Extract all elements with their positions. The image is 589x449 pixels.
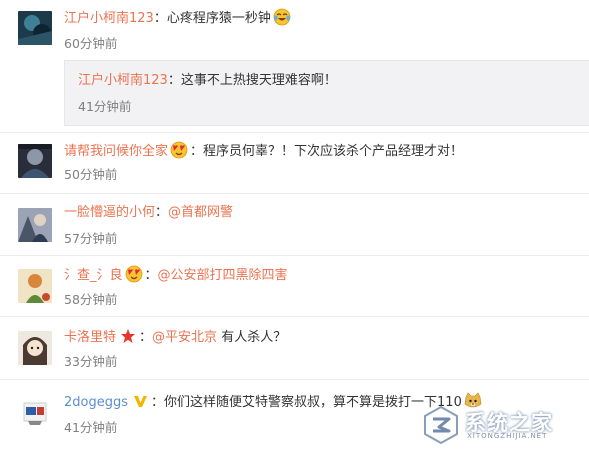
divider — [0, 132, 589, 133]
comment-text: 心疼程序猿一秒钟 — [166, 11, 271, 26]
comment-time: 58分钟前 — [64, 292, 118, 307]
comment-time: 41分钟前 — [64, 420, 118, 435]
username-link[interactable]: 氵查_氵良 — [64, 268, 123, 283]
comment-text: 你们这样随便艾特警察叔叔，算不算是拨打一下110 — [164, 395, 462, 410]
reply-text: 这事不上热搜天理难容啊！ — [180, 73, 337, 88]
comment-text: 程序员何辜？！下次应该杀个产品经理才对！ — [203, 144, 464, 159]
reply-time: 41分钟前 — [78, 99, 132, 114]
avatar[interactable] — [18, 395, 52, 429]
watermark-logo-icon — [424, 405, 458, 445]
comment-time: 60分钟前 — [64, 36, 118, 51]
username-link[interactable]: 请帮我问候你全家 — [64, 144, 168, 159]
avatar[interactable] — [18, 269, 52, 303]
comment-text: 有人杀人？ — [221, 330, 287, 345]
username-link[interactable]: 卡洛里特 — [64, 330, 116, 345]
mention-link[interactable]: @公安部打四黑除四害 — [158, 268, 288, 283]
username-link[interactable]: 一脸懵逼的小何 — [64, 205, 155, 220]
watermark-subtext: XITONGZHIJIA.NET — [467, 432, 548, 440]
username-link[interactable]: 2dogeggs — [64, 395, 128, 410]
comment-time: 33分钟前 — [64, 354, 118, 369]
divider — [0, 193, 589, 194]
comment-line: 氵查_氵良 ：@公安部打四黑除四害 — [64, 265, 288, 283]
verified-v-icon — [132, 393, 148, 409]
comment-line: 江户小柯南123：心疼程序猿一秒钟 — [64, 8, 293, 26]
comment-line: 一脸懵逼的小何：@首都网警 — [64, 205, 234, 220]
mention-link[interactable]: @平安北京 — [152, 330, 217, 345]
heart-eyes-emoji-icon — [170, 141, 188, 159]
comment-time: 50分钟前 — [64, 167, 118, 182]
reply-box: 江户小柯南123：这事不上热搜天理难容啊！ 41分钟前 — [64, 60, 589, 126]
username-link[interactable]: 江户小柯南123 — [64, 11, 154, 26]
crying-laugh-emoji-icon — [273, 8, 291, 26]
avatar[interactable] — [18, 11, 52, 45]
mention-link[interactable]: @首都网警 — [168, 205, 233, 220]
comment-line: 卡洛里特 ：@平安北京 有人杀人？ — [64, 328, 287, 345]
heart-eyes-emoji-icon — [125, 265, 143, 283]
divider — [0, 255, 589, 256]
comment-time: 57分钟前 — [64, 231, 118, 246]
reply-line: 江户小柯南123：这事不上热搜天理难容啊！ — [78, 73, 337, 88]
divider — [0, 379, 589, 380]
star-icon — [120, 328, 136, 344]
divider — [0, 316, 589, 317]
reply-username-link[interactable]: 江户小柯南123 — [78, 73, 168, 88]
avatar[interactable] — [18, 331, 52, 365]
watermark: 系统之家 XITONGZHIJIA.NET — [421, 403, 581, 447]
avatar[interactable] — [18, 208, 52, 242]
avatar[interactable] — [18, 144, 52, 178]
comment-line: 请帮我问候你全家 ：程序员何辜？！下次应该杀个产品经理才对！ — [64, 141, 463, 159]
